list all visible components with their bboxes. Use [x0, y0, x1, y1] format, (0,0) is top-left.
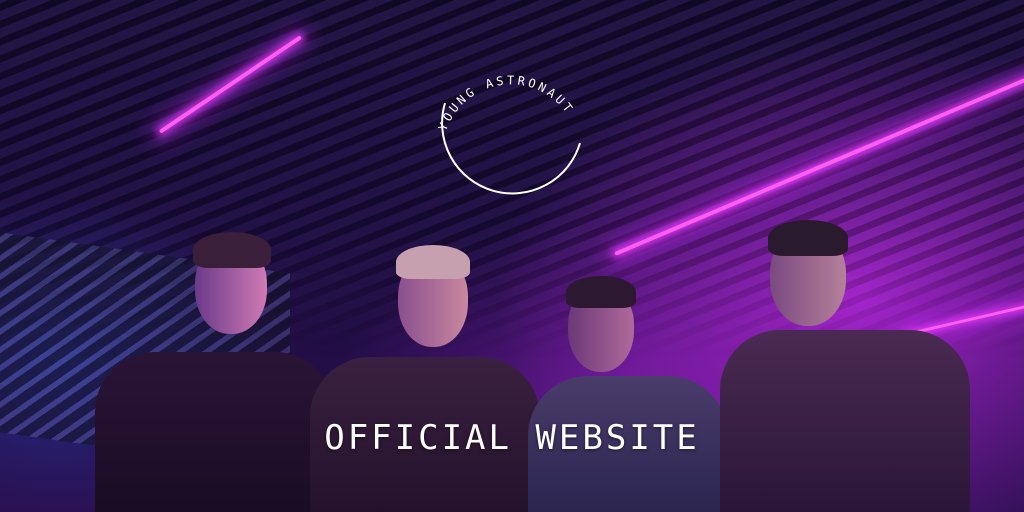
- band-logo[interactable]: YOUNG ASTRONAUT: [405, 25, 615, 205]
- hero-banner: YOUNG ASTRONAUT OFFICIAL WEBSITE: [0, 0, 1024, 512]
- band-member-4: [720, 220, 970, 512]
- official-website-heading[interactable]: OFFICIAL WEBSITE: [0, 418, 1024, 458]
- logo-text-path: YOUNG ASTRONAUT: [436, 73, 574, 133]
- band-member-hair: [193, 232, 271, 268]
- band-member-hair: [768, 220, 848, 256]
- band-member-2: [310, 245, 540, 512]
- band-member-1: [95, 232, 335, 512]
- band-member-hair: [566, 276, 636, 308]
- logo-text: YOUNG ASTRONAUT: [436, 73, 577, 133]
- band-member-hair: [396, 245, 470, 279]
- band-member-3: [528, 276, 728, 512]
- circle-logo-icon: YOUNG ASTRONAUT: [436, 73, 581, 195]
